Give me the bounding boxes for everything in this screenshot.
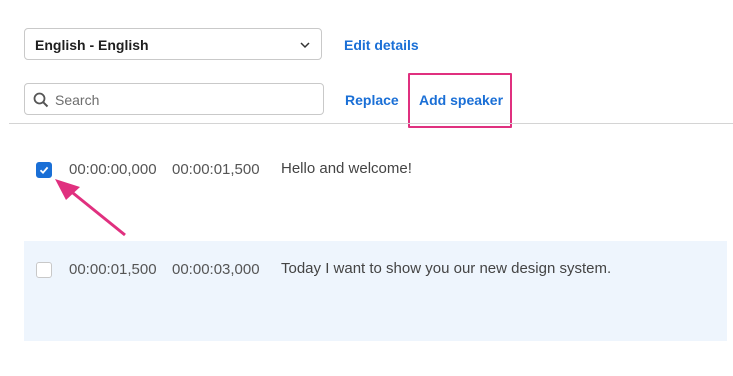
language-select[interactable]: English - English	[24, 28, 322, 60]
caption-text[interactable]: Today I want to show you our new design …	[281, 260, 611, 277]
start-time[interactable]: 00:00:00,000	[69, 161, 157, 178]
divider	[9, 123, 733, 124]
language-select-value: English - English	[35, 37, 149, 53]
end-time[interactable]: 00:00:03,000	[172, 261, 260, 278]
highlight-box	[408, 73, 512, 128]
edit-details-link[interactable]: Edit details	[344, 37, 419, 53]
subtitle-row[interactable]: 00:00:00,000 00:00:01,500 Hello and welc…	[24, 141, 727, 241]
search-box[interactable]	[24, 83, 324, 115]
row-checkbox-checked[interactable]	[36, 162, 52, 178]
subtitle-row[interactable]: 00:00:01,500 00:00:03,000 Today I want t…	[24, 241, 727, 341]
replace-button[interactable]: Replace	[345, 92, 399, 108]
caption-text[interactable]: Hello and welcome!	[281, 160, 412, 177]
start-time[interactable]: 00:00:01,500	[69, 261, 157, 278]
search-input[interactable]	[53, 88, 319, 112]
search-icon	[33, 92, 49, 108]
row-checkbox[interactable]	[36, 262, 52, 278]
check-icon	[39, 166, 49, 175]
chevron-down-icon	[300, 42, 310, 49]
end-time[interactable]: 00:00:01,500	[172, 161, 260, 178]
